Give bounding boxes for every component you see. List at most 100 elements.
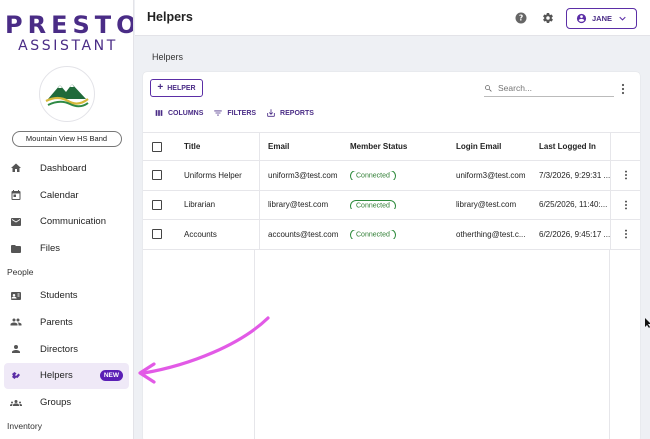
row-checkbox[interactable]: [152, 170, 162, 181]
row-more-icon[interactable]: [621, 169, 631, 181]
table-row[interactable]: Uniforms Helper uniform3@test.com Connec…: [143, 161, 640, 191]
account-circle-icon: [576, 13, 587, 24]
column-header-last-logged-in[interactable]: Last Logged In: [531, 142, 610, 151]
filter-icon: [214, 110, 223, 116]
select-all-cell: [143, 141, 176, 152]
folder-icon: [11, 244, 21, 253]
row-actions-cell: [610, 220, 640, 249]
search-box[interactable]: [484, 80, 614, 97]
help-icon[interactable]: ?: [515, 12, 527, 24]
cell-email: uniform3@test.com: [259, 161, 342, 190]
column-header-title[interactable]: Title: [176, 142, 259, 151]
sidebar-item-helpers[interactable]: Helpers NEW: [4, 362, 129, 390]
column-header-email[interactable]: Email: [259, 133, 342, 160]
cell-title: Librarian: [184, 200, 216, 210]
sidebar-item-label: Helpers: [40, 370, 73, 382]
reports-button[interactable]: REPORTS: [266, 108, 314, 118]
row-more-icon[interactable]: [621, 199, 631, 211]
actions-header: [610, 133, 640, 160]
sidebar-item-parents[interactable]: Parents: [0, 309, 133, 336]
columns-icon: [155, 110, 163, 116]
gear-icon[interactable]: [542, 12, 554, 24]
sidebar-item-files[interactable]: Files: [0, 235, 133, 262]
sidebar-item-students[interactable]: Students: [0, 282, 133, 309]
search-icon: [485, 84, 492, 92]
row-select-cell: [143, 199, 176, 210]
grid-toolbar: COLUMNS FILTERS REPORTS: [154, 108, 314, 118]
user-name: JANE: [592, 14, 613, 23]
row-actions-cell: [610, 190, 640, 219]
select-all-checkbox[interactable]: [152, 141, 162, 152]
table-row[interactable]: Accounts accounts@test.com Connected oth…: [143, 220, 640, 250]
cell-login-email: uniform3@test.com: [456, 170, 526, 180]
sidebar-item-label: Parents: [40, 316, 73, 328]
person-icon: [12, 345, 20, 354]
status-badge: Connected: [350, 229, 396, 239]
plus-icon: +: [157, 82, 164, 93]
table-row[interactable]: Librarian library@test.com Connected lib…: [143, 190, 640, 220]
row-checkbox[interactable]: [152, 229, 162, 240]
breadcrumb: Helpers: [152, 52, 184, 62]
column-header-login-email[interactable]: Login Email: [448, 142, 531, 151]
home-icon: [11, 163, 21, 173]
row-actions-cell: [610, 161, 640, 190]
chevron-down-icon: [619, 16, 626, 21]
cell-last-logged-in: 6/25/2026, 11:40:...: [539, 200, 608, 210]
row-more-icon[interactable]: [621, 228, 631, 240]
mouse-cursor-icon: [645, 318, 650, 328]
people-icon: [10, 318, 22, 326]
reports-label: REPORTS: [280, 109, 314, 117]
organization-logo: [38, 66, 95, 122]
annotation-arrow: [138, 316, 270, 384]
cell-last-logged-in: 7/3/2026, 9:29:31 ...: [539, 170, 610, 180]
column-header-status[interactable]: Member Status: [342, 142, 448, 151]
cell-title: Accounts: [184, 229, 217, 239]
column-divider: [609, 249, 610, 439]
section-inventory: Inventory: [7, 421, 42, 432]
sidebar-item-label: Dashboard: [40, 162, 87, 174]
mail-icon: [11, 217, 21, 226]
row-select-cell: [143, 229, 176, 240]
search-input[interactable]: [498, 83, 603, 93]
cell-last-logged-in: 6/2/2026, 9:45:17 ...: [539, 229, 610, 239]
table-header-row: Title Email Member Status Login Email La…: [143, 132, 640, 161]
more-options-icon[interactable]: [618, 82, 628, 96]
sidebar-item-directors[interactable]: Directors: [0, 336, 133, 363]
mountain-logo-icon: [45, 84, 89, 108]
sidebar-item-communication[interactable]: Communication: [0, 209, 133, 236]
top-bar: Helpers ? JANE: [135, 0, 650, 36]
sidebar-item-label: Students: [40, 290, 78, 302]
user-menu-button[interactable]: JANE: [566, 8, 637, 29]
columns-button[interactable]: COLUMNS: [154, 108, 203, 118]
cell-login-email: library@test.com: [456, 200, 517, 210]
groups-icon: [10, 399, 22, 406]
sidebar-item-label: Groups: [40, 397, 72, 409]
sidebar-item-label: Directors: [40, 343, 79, 355]
row-checkbox[interactable]: [152, 199, 162, 210]
cell-status: Connected: [342, 170, 448, 180]
cell-email: accounts@test.com: [259, 220, 342, 249]
sidebar-item-groups[interactable]: Groups: [0, 389, 133, 416]
filters-button[interactable]: FILTERS: [213, 108, 256, 118]
sidebar: PRESTO ASSISTANT Mountain View HS Band D…: [0, 0, 134, 439]
row-select-cell: [143, 170, 176, 181]
cell-title: Uniforms Helper: [184, 170, 242, 180]
sidebar-item-dashboard[interactable]: Dashboard: [0, 155, 133, 182]
section-people: People: [7, 267, 34, 278]
cell-login-email: otherthing@test.c...: [456, 229, 526, 239]
add-helper-button[interactable]: + HELPER: [150, 79, 203, 97]
status-badge: Connected: [350, 170, 396, 180]
cell-status: Connected: [342, 200, 448, 210]
sidebar-item-calendar[interactable]: Calendar: [0, 182, 133, 209]
new-badge: NEW: [99, 369, 123, 381]
presto-logo[interactable]: PRESTO ASSISTANT: [0, 12, 133, 54]
cell-status: Connected: [342, 229, 448, 239]
sidebar-item-label: Files: [40, 243, 61, 255]
sidebar-item-label: Communication: [40, 216, 106, 228]
helpers-icon: [12, 371, 20, 379]
brand-line1: PRESTO: [5, 11, 134, 39]
add-helper-label: HELPER: [167, 84, 196, 92]
organization-name[interactable]: Mountain View HS Band: [11, 131, 122, 147]
filters-label: FILTERS: [227, 109, 257, 117]
id-card-icon: [11, 291, 21, 300]
